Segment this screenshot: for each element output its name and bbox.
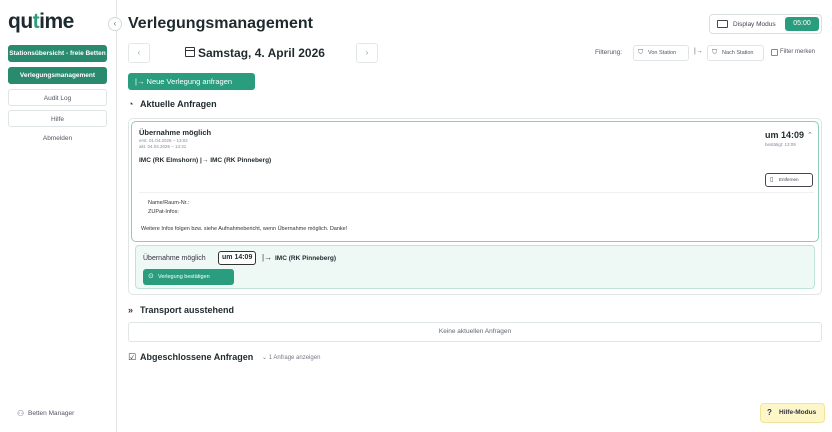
user-icon: ⚇: [17, 409, 25, 418]
sidebar: qutime Stationsübersicht - freie Betten …: [0, 0, 117, 432]
show-completed-toggle[interactable]: ⌄ 1 Anfrage anzeigen: [262, 354, 320, 361]
sidebar-item-stationsuebersicht[interactable]: Stationsübersicht - freie Betten: [8, 45, 107, 62]
play-circle-icon: ⊙: [148, 273, 154, 280]
filter-icon: ⛉: [638, 49, 644, 56]
new-transfer-request-button[interactable]: |→ Neue Verlegung anfragen: [128, 73, 255, 90]
note-text: Weitere Infos folgen bzw. siehe Aufnahme…: [141, 226, 348, 232]
note-name-room: Name/Raum-Nr.:: [148, 200, 190, 206]
section-completed-title: Abgeschlossene Anfragen: [140, 352, 254, 362]
sidebar-item-verlegungsmanagement[interactable]: Verlegungsmanagement: [8, 67, 107, 84]
section-current-title: Aktuelle Anfragen: [140, 99, 217, 109]
date-navigator: ‹ Samstag, 4. April 2026 ›: [128, 43, 378, 63]
filter-from-station-label: Von Station: [648, 50, 677, 56]
new-transfer-request-label: Neue Verlegung anfragen: [146, 77, 233, 86]
display-mode-label: Display Modus: [733, 21, 776, 28]
confirm-transfer-button[interactable]: ⊙ Verlegung bestätigen: [143, 269, 234, 285]
request-updated: akt. 04.04.2026 – 13:31: [139, 144, 187, 149]
collapse-chevron-icon[interactable]: ⌃: [807, 131, 813, 139]
user-name[interactable]: Betten Manager: [28, 410, 74, 417]
confirm-destination: IMC (RK Pinneberg): [275, 255, 337, 262]
transfer-arrow-icon: |→: [135, 77, 145, 86]
section-transport-title: Transport ausstehend: [140, 305, 235, 315]
fast-forward-icon: »: [128, 305, 134, 315]
clock-badge: 05:00: [785, 17, 819, 31]
previous-day-button[interactable]: ‹: [128, 43, 150, 63]
main-content: Verlegungsmanagement Display Modus 05:00…: [117, 0, 832, 432]
sidebar-item-abmelden[interactable]: Abmelden: [8, 130, 107, 147]
transport-empty-state: Keine aktuellen Anfragen: [128, 322, 822, 342]
calendar-icon[interactable]: [185, 47, 195, 57]
sidebar-collapse-button[interactable]: ‹: [108, 17, 122, 31]
filter-remember-checkbox[interactable]: [771, 49, 778, 56]
sidebar-item-hilfe[interactable]: Hilfe: [8, 110, 107, 127]
confirm-arrow-icon: |→: [262, 253, 273, 262]
app-logo[interactable]: qutime: [8, 10, 74, 34]
filter-label: Filterung:: [595, 49, 623, 56]
trash-icon: ▯: [770, 177, 774, 183]
filter-icon: ⛉: [712, 49, 718, 56]
request-card: Übernahme möglich erst. 01.04.2026 – 13:…: [128, 118, 822, 295]
filter-arrow-icon: |→: [694, 48, 703, 55]
request-details: Übernahme möglich erst. 01.04.2026 – 13:…: [131, 121, 819, 242]
request-from-station: IMC (RK Elmshorn): [139, 157, 199, 164]
confirm-status: Übernahme möglich: [143, 255, 206, 262]
request-time-confirmed: bestätigt: 13:09: [765, 142, 796, 147]
current-date[interactable]: Samstag, 4. April 2026: [198, 46, 325, 60]
help-mode-label: Hilfe-Modus: [779, 409, 817, 416]
filter-from-station-button[interactable]: ⛉ Von Station: [633, 45, 689, 61]
request-status: Übernahme möglich: [139, 128, 212, 137]
help-mode-button[interactable]: ? Hilfe-Modus: [760, 403, 825, 423]
filter-to-station-button[interactable]: ⛉ Nach Station: [707, 45, 764, 61]
request-route: IMC (RK Elmshorn) |→ IMC (RK Pinneberg): [139, 157, 271, 164]
logo-text-rest: ime: [39, 10, 74, 33]
confirm-time-badge[interactable]: um 14:09: [218, 251, 257, 265]
help-icon: ?: [767, 408, 772, 417]
monitor-icon: [717, 20, 728, 28]
logo-text: qu: [8, 10, 33, 33]
note-patient-info: ZUPat-Infos:: [148, 209, 179, 215]
filter-remember-label[interactable]: Filter merken: [780, 49, 815, 55]
request-time: um 14:09: [765, 130, 805, 140]
pie-chart-icon: ◔: [128, 99, 134, 109]
request-to-station: IMC (RK Pinneberg): [210, 157, 272, 164]
confirm-transfer-panel: Übernahme möglich um 14:09 |→ IMC (RK Pi…: [135, 245, 815, 289]
filter-to-station-label: Nach Station: [722, 50, 754, 56]
request-notes: Name/Raum-Nr.: ZUPat-Infos: Weitere Info…: [139, 192, 814, 237]
delete-request-label: Entfernen: [779, 177, 799, 182]
section-transport-pending: » Transport ausstehend: [128, 305, 234, 315]
route-arrow-icon: |→: [200, 157, 209, 164]
section-completed-requests: ☑ Abgeschlossene Anfragen: [128, 352, 253, 363]
next-day-button[interactable]: ›: [356, 43, 378, 63]
section-current-requests: ◔ Aktuelle Anfragen: [128, 99, 217, 109]
delete-request-button[interactable]: ▯ Entfernen: [765, 173, 813, 187]
request-created: erst. 01.04.2026 – 13:02: [139, 138, 188, 143]
display-mode-button[interactable]: Display Modus 05:00: [709, 14, 822, 34]
confirm-transfer-label: Verlegung bestätigen: [158, 274, 210, 280]
page-title: Verlegungsmanagement: [128, 15, 313, 32]
checkbox-icon: ☑: [128, 352, 137, 362]
sidebar-item-audit-log[interactable]: Audit Log: [8, 89, 107, 106]
